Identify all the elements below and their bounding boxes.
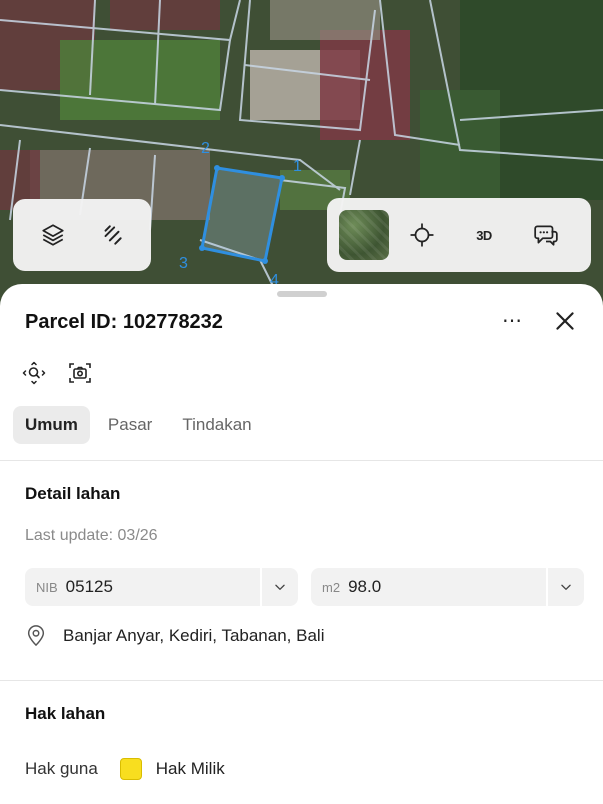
last-update-text: Last update: 03/26: [25, 527, 158, 544]
locate-button[interactable]: [399, 212, 445, 258]
nib-dropdown[interactable]: [260, 568, 298, 606]
hak-lahan-heading: Hak lahan: [25, 704, 106, 723]
area-value: 98.0: [348, 577, 382, 596]
parcel-title: Parcel ID: 102778232: [25, 311, 223, 333]
tab-bar: Umum Pasar Tindakan: [13, 406, 264, 444]
draw-tool-button[interactable]: [89, 212, 135, 258]
area-field[interactable]: m2 98.0: [311, 568, 584, 606]
location-pin-icon: [27, 625, 45, 646]
vertex-label-2: 2: [201, 140, 210, 157]
area-dropdown[interactable]: [546, 568, 584, 606]
nib-value: 05125: [65, 577, 113, 596]
chevron-down-icon: [561, 584, 571, 590]
layers-button[interactable]: [30, 212, 76, 258]
3d-label: 3D: [476, 227, 492, 243]
parcel-tools: [22, 361, 92, 385]
satellite-thumbnail[interactable]: [339, 210, 389, 260]
map-tools-right: 3D: [327, 198, 591, 272]
feedback-icon: [534, 225, 558, 246]
feedback-button[interactable]: [523, 212, 569, 258]
close-icon[interactable]: [552, 308, 578, 334]
detail-lahan-heading: Detail lahan: [25, 484, 121, 503]
hak-guna-value: Hak Milik: [155, 759, 225, 778]
3d-toggle-button[interactable]: 3D: [461, 212, 507, 258]
screenshot-icon[interactable]: [68, 361, 92, 385]
tab-umum[interactable]: Umum: [13, 406, 90, 444]
tab-tindakan[interactable]: Tindakan: [170, 406, 263, 444]
zoom-to-parcel-icon[interactable]: [22, 361, 46, 385]
nib-field[interactable]: NIB 05125: [25, 568, 298, 606]
divider: [0, 680, 603, 681]
chevron-down-icon: [275, 584, 285, 590]
vertex-label-1: 1: [293, 158, 302, 175]
draw-lines-icon: [104, 225, 122, 245]
hak-guna-label: Hak guna: [25, 759, 98, 778]
address-text: Banjar Anyar, Kediri, Tabanan, Bali: [63, 626, 325, 645]
map-tools-left: [13, 199, 151, 271]
vertex-label-3: 3: [179, 255, 188, 272]
hak-guna-row: Hak guna Hak Milik: [25, 758, 225, 780]
divider: [0, 460, 603, 461]
rights-color-swatch: [119, 758, 142, 780]
tab-pasar[interactable]: Pasar: [96, 406, 164, 444]
layers-icon: [41, 224, 64, 246]
nib-label: NIB: [36, 579, 58, 595]
address-row: Banjar Anyar, Kediri, Tabanan, Bali: [25, 624, 324, 648]
map-view[interactable]: 1 2 3 4: [0, 0, 603, 320]
sheet-drag-handle[interactable]: [277, 291, 327, 297]
locate-icon: [410, 223, 434, 247]
area-unit-label: m2: [322, 579, 341, 595]
more-options-icon[interactable]: ⋯: [502, 308, 523, 333]
parcel-details-sheet: Parcel ID: 102778232 ⋯ Umum Pasar Tindak…: [0, 284, 603, 804]
